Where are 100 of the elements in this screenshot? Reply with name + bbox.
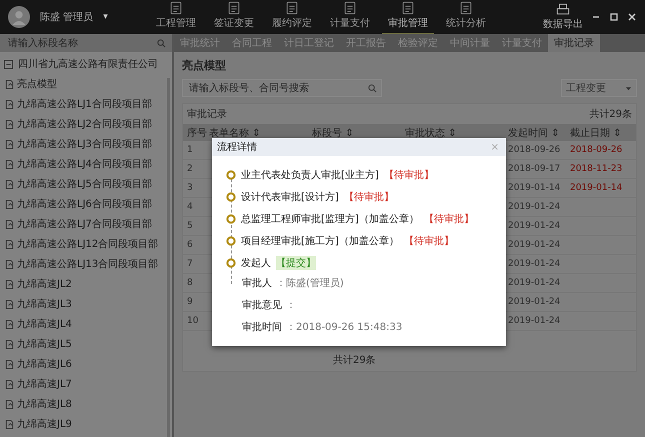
detail-value: ：2018-09-26 15:48:33 — [286, 321, 402, 334]
avatar-icon[interactable] — [8, 6, 30, 28]
table-cell-text: 7 — [187, 259, 194, 269]
step-label: 项目经理审批[施工方]（加盖公章） — [241, 234, 399, 248]
search-input[interactable]: 请输入标段号、合同号搜索 — [187, 82, 368, 94]
tree-item[interactable]: 九绵高速JL3 — [0, 294, 172, 314]
caret-icon — [625, 84, 632, 92]
file-icon — [5, 260, 14, 268]
type-dropdown[interactable]: 工程变更 — [561, 79, 637, 97]
table-cell-text: 2019-01-14 — [508, 183, 562, 193]
nav-tab[interactable]: 统计分析 — [440, 0, 492, 35]
column-header[interactable]: 发起时间 ⇕ — [508, 126, 570, 140]
step-status: 【待审批】 — [344, 190, 394, 204]
column-header[interactable]: 截止日期 ⇕ — [570, 126, 632, 140]
tree-item[interactable]: 九绵高速JL7 — [0, 374, 172, 394]
file-icon — [5, 200, 14, 208]
pagination-total: 共计29条 — [333, 355, 376, 366]
file-icon — [5, 100, 14, 108]
tree-item[interactable]: 九绵高速公路LJ4合同段项目部 — [0, 154, 172, 174]
record-count: 共计29条 — [589, 108, 632, 121]
tree-item[interactable]: 亮点模型 — [0, 74, 172, 94]
detail-label: 审批人 — [242, 276, 272, 290]
tree-item[interactable]: 九绵高速公路LJ12合同段项目部 — [0, 234, 172, 254]
tree-item[interactable]: 九绵高速公路LJ7合同段项目部 — [0, 214, 172, 234]
tree-item[interactable]: 九绵高速JL8 — [0, 394, 172, 414]
document-icon — [227, 1, 241, 15]
file-icon — [5, 280, 14, 288]
table-cell-text: 2019-01-14 — [570, 183, 624, 193]
step-node-icon — [226, 258, 236, 268]
step-label: 业主代表处负责人审批[业主方] — [241, 168, 379, 182]
column-header[interactable]: 表单名称 ⇕ — [209, 126, 312, 140]
tree-item[interactable]: 九绵高速公路LJ6合同段项目部 — [0, 194, 172, 214]
card-title: 审批记录 — [187, 108, 227, 121]
caret-icon[interactable]: ▾ — [103, 12, 108, 22]
table-cell-text: 2019-01-24 — [508, 221, 562, 231]
table-cell-text: 3 — [187, 183, 194, 193]
step-node-icon — [226, 214, 236, 224]
tree-item[interactable]: 九绵高速JL9 — [0, 414, 172, 434]
tab[interactable]: 审批记录 — [548, 34, 600, 52]
search-field[interactable]: 请输入标段名称 — [0, 34, 172, 52]
table-cell-text: 2018-09-17 — [508, 164, 562, 174]
file-icon — [5, 300, 14, 308]
detail-label: 审批时间 — [242, 320, 282, 334]
nav-tab[interactable]: 计量支付 — [324, 0, 376, 35]
table-cell-text: 2018-09-26 — [570, 145, 624, 155]
table-cell-text: 2019-01-24 — [508, 316, 562, 326]
nav-tab[interactable]: 工程管理 — [150, 0, 202, 35]
file-icon — [5, 180, 14, 188]
file-icon — [5, 80, 14, 88]
dialog-title: 流程详情 — [217, 140, 257, 154]
tree-item[interactable]: 九绵高速JL5 — [0, 334, 172, 354]
file-icon — [5, 400, 14, 408]
search-input[interactable]: 请输入标段名称 — [6, 36, 157, 50]
search-field[interactable]: 请输入标段号、合同号搜索 — [182, 79, 382, 97]
column-header[interactable]: 标段号 ⇕ — [312, 126, 405, 140]
nav-tab[interactable]: 签证变更 — [208, 0, 260, 35]
column-header[interactable]: 审批状态 ⇕ — [404, 126, 508, 140]
file-icon — [5, 160, 14, 168]
table-cell-text: 2 — [187, 164, 194, 174]
tree-item[interactable]: 九绵高速JL2 — [0, 274, 172, 294]
file-icon — [5, 320, 14, 328]
search-icon — [368, 84, 377, 92]
step-status: 【提交】 — [276, 256, 316, 270]
table-cell-text: 10 — [187, 316, 200, 326]
file-icon — [5, 220, 14, 228]
column-header[interactable]: 序号 — [187, 126, 209, 140]
tree-item[interactable]: 九绵高速公路LJ2合同段项目部 — [0, 114, 172, 134]
file-icon — [5, 140, 14, 148]
close-icon[interactable] — [627, 12, 637, 22]
step-node-icon — [226, 236, 236, 246]
nav-tab[interactable]: 履约评定 — [266, 0, 318, 35]
table-cell-text: 6 — [187, 240, 194, 250]
tree-item[interactable]: 九绵高速JL6 — [0, 354, 172, 374]
detail-label: 审批意见 — [242, 298, 282, 312]
tree-item[interactable]: 九绵高速公路LJ13合同段项目部 — [0, 254, 172, 274]
file-icon — [5, 420, 14, 428]
page-title: 亮点模型 — [182, 58, 227, 73]
step-label: 设计代表审批[设计方] — [241, 190, 339, 204]
table-cell-text: 2019-01-24 — [508, 202, 562, 212]
step-label: 总监理工程师审批[监理方]（加盖公章） — [241, 212, 419, 226]
document-icon — [459, 1, 473, 15]
tree-item[interactable]: 九绵高速公路LJ3合同段项目部 — [0, 134, 172, 154]
file-icon — [5, 240, 14, 248]
maximize-icon[interactable] — [609, 12, 619, 22]
collapse-icon[interactable] — [4, 60, 13, 68]
file-icon — [5, 360, 14, 368]
step-status: 【待审批】 — [424, 212, 474, 226]
tree-item[interactable]: 九绵高速JL4 — [0, 314, 172, 334]
file-icon — [5, 120, 14, 128]
export-button[interactable]: 数据导出 — [543, 3, 583, 31]
table-cell-text: 8 — [187, 278, 194, 288]
search-icon — [157, 38, 166, 48]
document-icon — [169, 1, 183, 15]
file-icon — [5, 340, 14, 348]
tree-item[interactable]: 九绵高速公路LJ1合同段项目部 — [0, 94, 172, 114]
tree-item[interactable]: 九绵高速公路LJ5合同段项目部 — [0, 174, 172, 194]
detail-value: ： — [286, 299, 296, 312]
table-cell-text: 2018-09-26 — [508, 145, 562, 155]
table-cell-text: 2019-01-24 — [508, 278, 562, 288]
tree-item[interactable]: 四川省九高速公路有限责任公司 — [0, 54, 172, 74]
